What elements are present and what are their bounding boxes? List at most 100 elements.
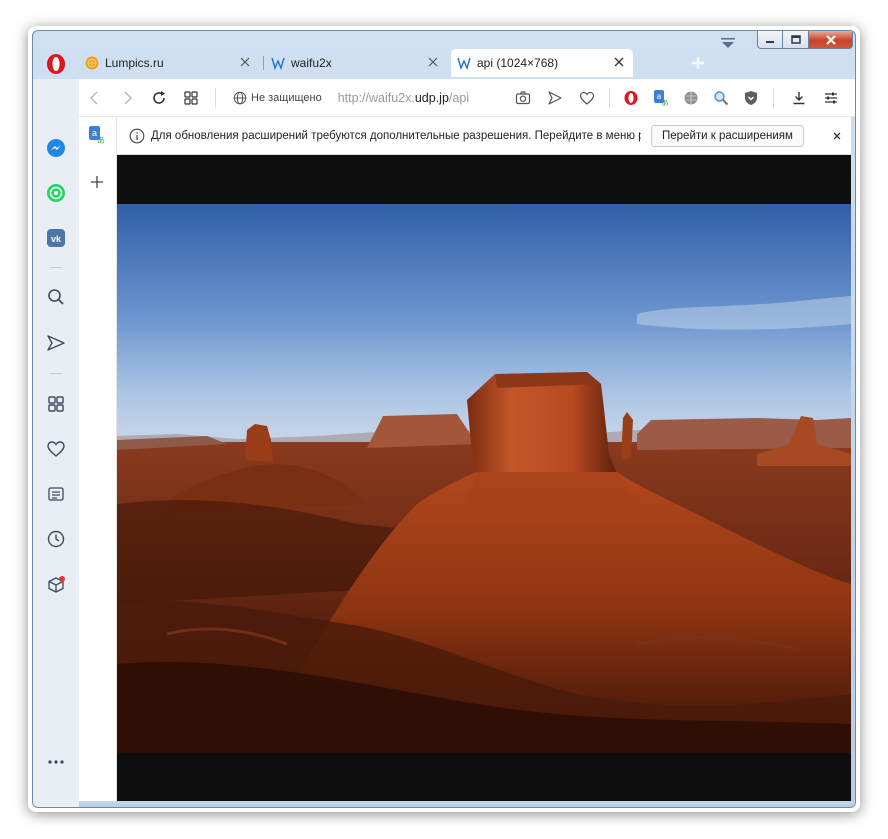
svg-text:vk: vk (51, 234, 62, 244)
notification-text: Для обновления расширений требуются допо… (151, 129, 641, 142)
tab-waifu2x[interactable]: waifu2x (265, 49, 447, 77)
snapshot-button[interactable] (513, 88, 533, 108)
url-text[interactable]: http://waifu2x.udp.jp/api (338, 91, 469, 105)
tab-title: waifu2x (291, 56, 332, 70)
url-domain: udp.jp (414, 91, 449, 105)
easy-setup-button[interactable] (821, 88, 841, 108)
search-button[interactable] (45, 286, 67, 308)
download-icon (793, 92, 805, 105)
settings-sliders-icon (825, 92, 837, 104)
chevron-right-icon (124, 91, 133, 105)
bookmark-page-button[interactable] (577, 88, 597, 108)
cube-icon (48, 576, 65, 593)
plus-icon (91, 176, 103, 188)
chevron-left-icon (89, 91, 98, 105)
add-panel-button[interactable] (90, 175, 104, 194)
send-icon (548, 91, 562, 105)
clock-icon (47, 530, 65, 548)
security-status[interactable]: Не защищено (251, 92, 322, 104)
info-icon (129, 128, 145, 143)
messenger-button[interactable] (45, 137, 67, 159)
browser-window: Lumpics.ru waifu2x api (1024×768) vk Не … (32, 30, 856, 808)
adblock-extension-button[interactable] (741, 88, 761, 108)
window-controls (757, 31, 853, 51)
sidebar-divider (50, 373, 62, 374)
close-window-button[interactable] (809, 31, 853, 49)
vk-button[interactable]: vk (45, 227, 67, 249)
tab-api[interactable]: api (1024×768) (451, 49, 633, 77)
send-icon (47, 335, 65, 351)
send-to-flow-button[interactable] (545, 88, 565, 108)
window-bottom-border (79, 801, 855, 807)
vpn-extension-button[interactable] (681, 88, 701, 108)
translator-extension-button[interactable]: aあ (651, 88, 671, 108)
opera-extension-button[interactable] (621, 88, 641, 108)
back-button[interactable] (85, 88, 105, 108)
maximize-icon (790, 35, 801, 44)
news-button[interactable] (45, 483, 67, 505)
notification-bar: Для обновления расширений требуются допо… (117, 117, 851, 155)
go-to-extensions-button[interactable]: Перейти к расширениям (651, 125, 804, 147)
w-icon (271, 56, 285, 70)
url-prefix: http://waifu2x. (337, 91, 415, 105)
history-button[interactable] (45, 528, 67, 550)
orange-icon (85, 56, 99, 70)
translate-icon: aあ (89, 126, 105, 145)
heart-icon (47, 441, 65, 457)
close-notification-icon[interactable] (831, 130, 843, 142)
tab-separator (263, 56, 264, 70)
heart-icon (579, 91, 595, 105)
grid-icon (48, 396, 64, 412)
sidebar-more-button[interactable] (45, 751, 67, 773)
reload-icon (153, 91, 165, 104)
sidebar: vk (33, 79, 79, 807)
toolbar-divider (609, 88, 610, 108)
reload-button[interactable] (149, 88, 169, 108)
desert-landscape-image[interactable] (117, 204, 851, 753)
magnifier-icon (714, 91, 729, 106)
search-icon (48, 289, 64, 305)
url-path: /api (448, 91, 470, 105)
tab-title: Lumpics.ru (105, 56, 164, 70)
address-bar[interactable]: Не защищено http://waifu2x.udp.jp/api (233, 89, 469, 107)
opera-icon (624, 91, 638, 105)
image-search-extension-button[interactable] (711, 88, 731, 108)
minimize-button[interactable] (757, 31, 783, 49)
news-icon (48, 487, 64, 501)
new-tab-icon[interactable] (691, 56, 705, 70)
page-content (117, 155, 851, 801)
bookmarks-button[interactable] (45, 438, 67, 460)
tab-menu-icon[interactable] (719, 37, 737, 49)
toolbar: Не защищено http://waifu2x.udp.jp/api aあ (79, 79, 855, 117)
speed-dial-button[interactable] (45, 393, 67, 415)
forward-button[interactable] (117, 88, 137, 108)
more-icon (48, 760, 64, 764)
downloads-button[interactable] (789, 88, 809, 108)
svg-text:あ: あ (662, 99, 669, 107)
tab-strip: Lumpics.ru waifu2x api (1024×768) (79, 49, 839, 77)
sidebar-divider (50, 267, 62, 268)
camera-icon (515, 91, 531, 105)
close-icon (825, 34, 836, 45)
close-tab-icon[interactable] (239, 56, 251, 68)
shield-icon (745, 91, 757, 105)
whatsapp-button[interactable] (45, 182, 67, 204)
toolbar-divider (215, 88, 216, 108)
flow-button[interactable] (45, 332, 67, 354)
translator-panel-button[interactable]: aあ (88, 125, 106, 150)
extensions-button[interactable] (45, 574, 67, 596)
w-icon (457, 56, 471, 70)
vk-icon: vk (47, 229, 65, 247)
close-tab-icon[interactable] (427, 56, 439, 68)
grid-icon (184, 91, 198, 105)
speed-dial-toolbar-button[interactable] (181, 88, 201, 108)
whatsapp-icon (47, 184, 65, 202)
tab-title: api (1024×768) (477, 56, 559, 70)
tab-lumpics[interactable]: Lumpics.ru (79, 49, 259, 77)
messenger-icon (47, 139, 65, 157)
close-tab-icon[interactable] (613, 56, 625, 68)
opera-logo-icon[interactable] (45, 53, 67, 75)
toolbar-divider (773, 88, 774, 108)
minimize-icon (766, 40, 774, 43)
maximize-button[interactable] (783, 31, 809, 49)
